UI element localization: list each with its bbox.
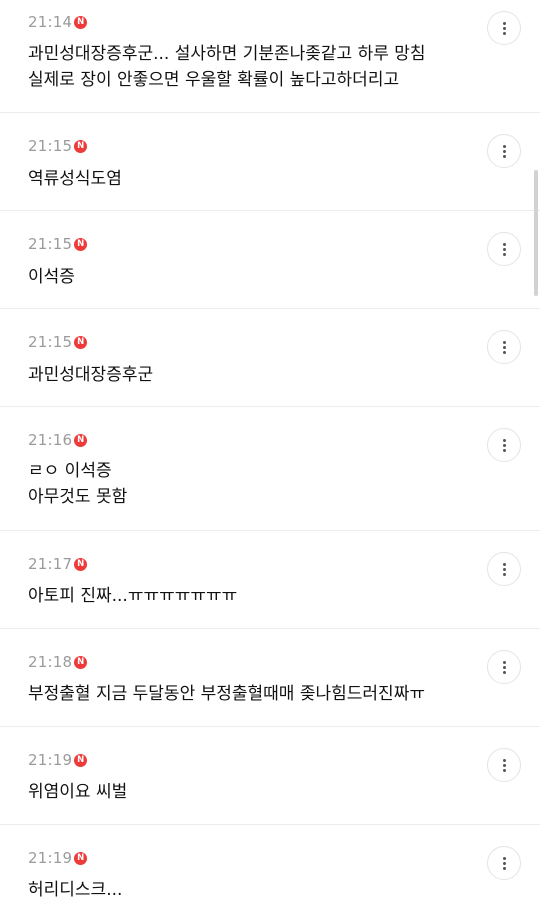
comment-item: 21:19 N 위염이요 씨벌 bbox=[0, 727, 540, 824]
comment-item: 21:14 N 과민성대장증후군... 설사하면 기분존나좆같고 하루 망침 실… bbox=[0, 0, 540, 112]
comment-item: 21:16 N ㄹㅇ 이석증 아무것도 못함 bbox=[0, 407, 540, 530]
new-badge-icon: N bbox=[74, 139, 88, 153]
comment-text: 과민성대장증후군 bbox=[28, 365, 154, 385]
comment-item: 21:15 N 역류성식도염 bbox=[0, 113, 540, 210]
comment-meta: 21:15 N bbox=[28, 235, 88, 253]
comment-text: 위염이요 씨벌 bbox=[28, 782, 128, 802]
comment-meta: 21:19 N bbox=[28, 751, 88, 769]
comment-meta: 21:15 N bbox=[28, 333, 88, 351]
comment-meta: 21:14 N bbox=[28, 13, 88, 31]
comment-item: 21:17 N 아토피 진짜...ㅠㅠㅠㅠㅠㅠㅠ bbox=[0, 531, 540, 628]
comment-time: 21:14 bbox=[28, 13, 73, 31]
more-options-button[interactable] bbox=[487, 232, 521, 266]
new-badge-icon: N bbox=[74, 851, 88, 865]
comment-time: 21:15 bbox=[28, 333, 73, 351]
comment-meta: 21:16 N bbox=[28, 431, 88, 449]
more-options-button[interactable] bbox=[487, 428, 521, 462]
comment-text: 부정출혈 지금 두달동안 부정출혈때매 좆나힘드러진짜ㅠ bbox=[28, 684, 425, 704]
comment-text: 이석증 bbox=[28, 267, 75, 287]
more-options-button[interactable] bbox=[487, 748, 521, 782]
comment-item: 21:15 N 이석증 bbox=[0, 211, 540, 308]
comment-meta: 21:18 N bbox=[28, 653, 88, 671]
new-badge-icon: N bbox=[74, 557, 88, 571]
scrollbar[interactable] bbox=[534, 170, 538, 296]
more-options-button[interactable] bbox=[487, 134, 521, 168]
comment-text: 역류성식도염 bbox=[28, 169, 122, 189]
comment-text: ㄹㅇ 이석증 아무것도 못함 bbox=[28, 461, 128, 507]
comment-meta: 21:19 N bbox=[28, 849, 88, 867]
more-options-button[interactable] bbox=[487, 330, 521, 364]
comment-text: 허리디스크... bbox=[28, 880, 123, 900]
comment-time: 21:19 bbox=[28, 751, 73, 769]
comment-item: 21:19 N 허리디스크... bbox=[0, 825, 540, 917]
comment-item: 21:15 N 과민성대장증후군 bbox=[0, 309, 540, 406]
comment-time: 21:19 bbox=[28, 849, 73, 867]
comment-time: 21:17 bbox=[28, 555, 73, 573]
comment-text: 과민성대장증후군... 설사하면 기분존나좆같고 하루 망침 실제로 장이 안좋… bbox=[28, 44, 426, 90]
new-badge-icon: N bbox=[74, 433, 88, 447]
comment-time: 21:16 bbox=[28, 431, 73, 449]
comment-item: 21:18 N 부정출혈 지금 두달동안 부정출혈때매 좆나힘드러진짜ㅠ bbox=[0, 629, 540, 726]
more-options-button[interactable] bbox=[487, 552, 521, 586]
comment-meta: 21:17 N bbox=[28, 555, 88, 573]
new-badge-icon: N bbox=[74, 753, 88, 767]
more-options-button[interactable] bbox=[487, 846, 521, 880]
more-options-button[interactable] bbox=[487, 11, 521, 45]
comment-meta: 21:15 N bbox=[28, 137, 88, 155]
comment-text: 아토피 진짜...ㅠㅠㅠㅠㅠㅠㅠ bbox=[28, 586, 238, 606]
new-badge-icon: N bbox=[74, 335, 88, 349]
new-badge-icon: N bbox=[74, 15, 88, 29]
comment-time: 21:15 bbox=[28, 235, 73, 253]
comment-time: 21:15 bbox=[28, 137, 73, 155]
new-badge-icon: N bbox=[74, 655, 88, 669]
new-badge-icon: N bbox=[74, 237, 88, 251]
more-options-button[interactable] bbox=[487, 650, 521, 684]
comment-time: 21:18 bbox=[28, 653, 73, 671]
